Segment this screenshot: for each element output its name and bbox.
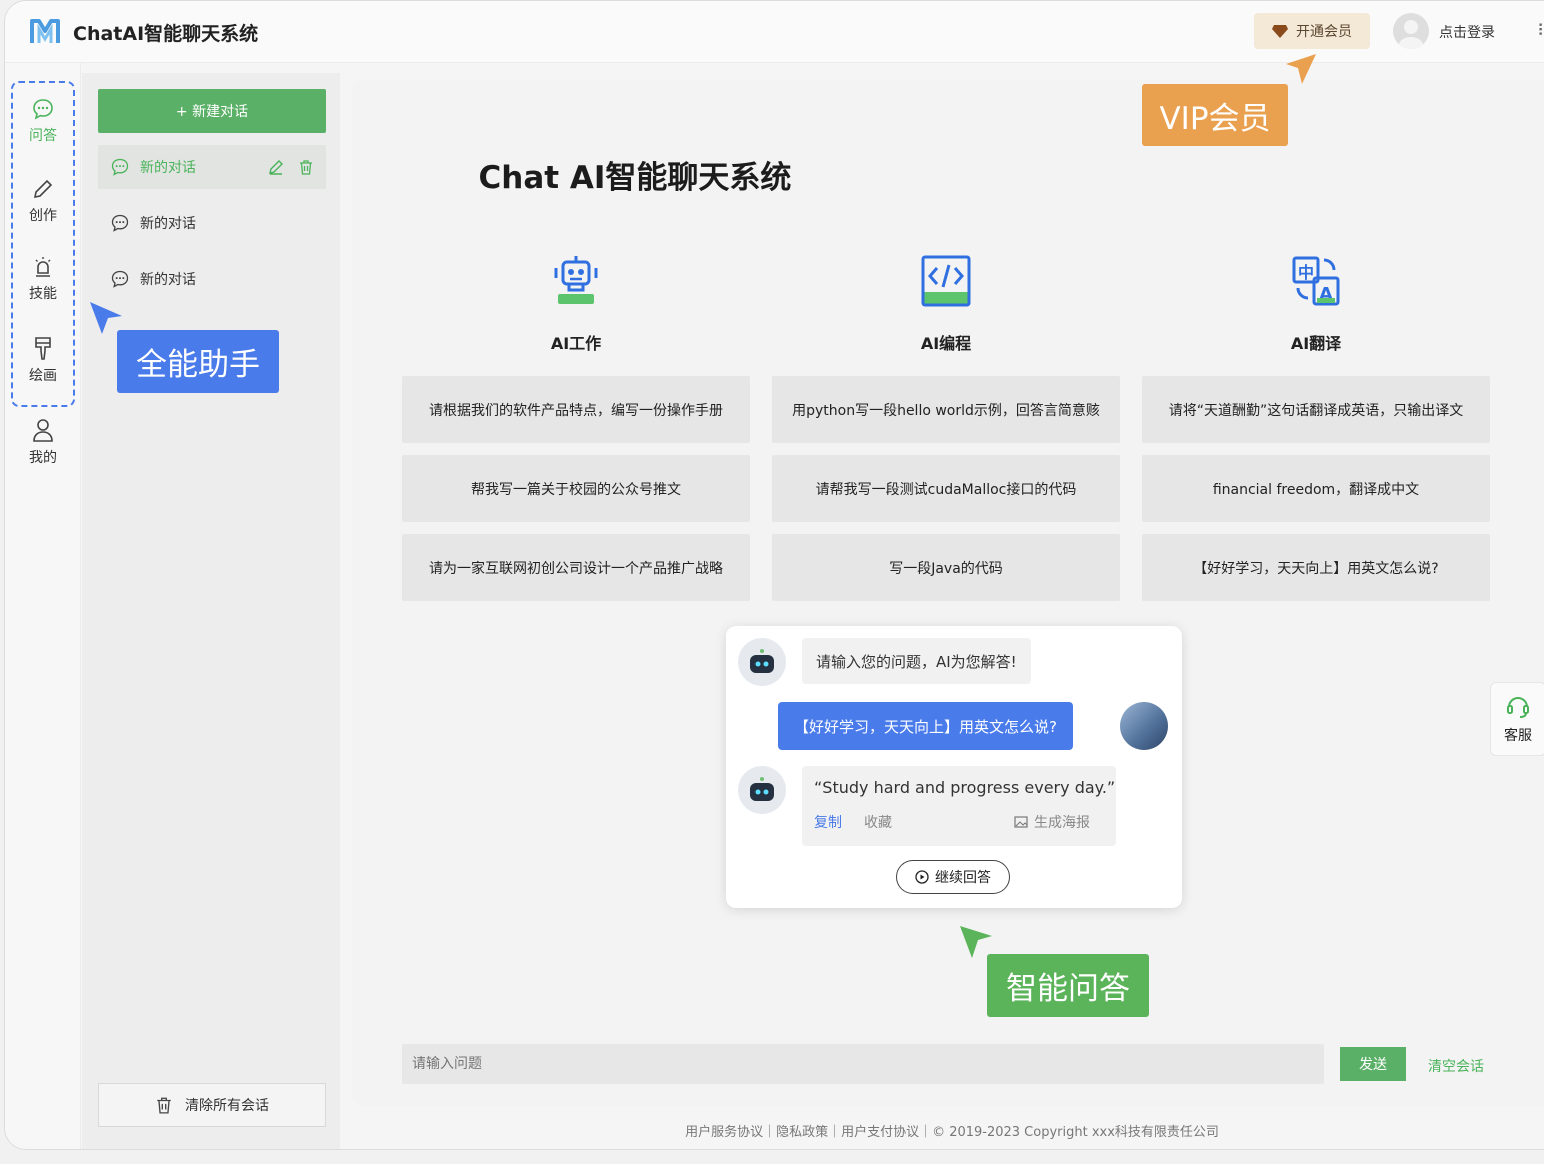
bot-avatar	[738, 766, 786, 814]
image-icon	[1014, 816, 1028, 828]
category-ai-translate: 中 A AI翻译	[1216, 254, 1416, 354]
conversation-title: 新的对话	[140, 272, 196, 288]
prompt-card[interactable]: 写一段Java的代码	[772, 534, 1120, 601]
page-title: Chat AI智能聊天系统	[478, 160, 792, 196]
nav-item-paint[interactable]: 绘画	[5, 335, 81, 385]
question-input[interactable]	[402, 1044, 1324, 1084]
prompt-card[interactable]: 帮我写一篇关于校园的公众号推文	[402, 455, 750, 522]
continue-answer-button[interactable]: 继续回答	[896, 860, 1010, 894]
bot-face-icon	[750, 777, 774, 801]
category-label: AI翻译	[1290, 334, 1342, 353]
login-link[interactable]: 点击登录	[1439, 22, 1495, 42]
send-button[interactable]: 发送	[1340, 1047, 1406, 1081]
nav-label: 技能	[29, 286, 57, 302]
nav-label: 创作	[29, 208, 57, 224]
callout-arrow-icon	[1286, 54, 1316, 84]
nav-label: 绘画	[29, 368, 57, 384]
category-label: AI编程	[920, 334, 972, 353]
diamond-icon	[1272, 25, 1288, 38]
chat-demo-card: 请输入您的问题，AI为您解答! 【好好学习，天天向上】用英文怎么说? “Stud…	[726, 626, 1182, 908]
callout-arrow-icon	[90, 302, 122, 334]
category-ai-work: AI工作	[476, 254, 676, 354]
customer-service-button[interactable]: 客服	[1490, 682, 1544, 756]
clear-all-label: 清除所有会话	[185, 1098, 269, 1114]
lamp-icon	[35, 257, 51, 277]
prompt-card[interactable]: 请将“天道酬勤”这句话翻译成英语，只输出译文	[1142, 376, 1490, 443]
app-title: ChatAI智能聊天系统	[73, 23, 259, 45]
nav-label: 我的	[29, 450, 57, 466]
avatar-placeholder[interactable]	[1393, 13, 1429, 49]
nav-item-mine[interactable]: 我的	[5, 417, 81, 467]
vip-button[interactable]: 开通会员	[1254, 13, 1370, 49]
prompt-card[interactable]: 请帮我写一段测试cudaMalloc接口的代码	[772, 455, 1120, 522]
bot-face-icon	[750, 649, 774, 673]
more-dots-icon[interactable]: ⠿	[1537, 21, 1544, 40]
prompt-card[interactable]: 请根据我们的软件产品特点，编写一份操作手册	[402, 376, 750, 443]
callout-smart-qa: 智能问答	[987, 954, 1149, 1017]
prompt-card[interactable]: financial freedom，翻译成中文	[1142, 455, 1490, 522]
code-icon	[921, 255, 971, 307]
ai-answer-bubble: “Study hard and progress every day.” 复制 …	[802, 766, 1116, 846]
new-chat-button[interactable]: + 新建对话	[98, 89, 326, 133]
chat-bubble-icon	[111, 214, 129, 232]
vip-button-label: 开通会员	[1296, 24, 1352, 40]
robot-icon	[554, 256, 598, 304]
service-label: 客服	[1504, 728, 1532, 744]
category-label: AI工作	[550, 334, 602, 353]
ai-answer-text: “Study hard and progress every day.”	[814, 778, 1116, 797]
conversation-item[interactable]: 新的对话	[98, 257, 326, 301]
nav-item-skills[interactable]: 技能	[5, 255, 81, 303]
poster-label: 生成海报	[1034, 815, 1090, 831]
prompt-card[interactable]: 请为一家互联网初创公司设计一个产品推广战略	[402, 534, 750, 601]
user-icon	[33, 419, 53, 442]
conversation-title: 新的对话	[140, 216, 196, 232]
conversation-sidebar: + 新建对话 新的对话 新的对话 新的对话 清除所有会话	[82, 73, 340, 1149]
brush-icon	[35, 337, 51, 360]
prompt-card[interactable]: 【好好学习，天天向上】用英文怎么说?	[1142, 534, 1490, 601]
translate-icon: 中 A	[1292, 256, 1340, 306]
chat-bubble-icon	[111, 270, 129, 288]
callout-all-in-one: 全能助手	[117, 330, 279, 393]
generate-poster-button[interactable]: 生成海报	[1014, 812, 1090, 832]
svg-text:中: 中	[1298, 263, 1314, 282]
favorite-button[interactable]: 收藏	[864, 812, 892, 832]
trash-icon	[157, 1097, 171, 1114]
bot-avatar	[738, 638, 786, 686]
category-ai-coding: AI编程	[846, 254, 1046, 354]
ai-greeting-bubble: 请输入您的问题，AI为您解答!	[802, 638, 1031, 684]
callout-vip: VIP会员	[1142, 84, 1288, 146]
headset-icon	[1507, 697, 1529, 718]
continue-label: 继续回答	[935, 870, 991, 886]
chat-bubble-icon	[33, 99, 53, 120]
m-logo-icon[interactable]	[29, 15, 61, 47]
conversation-item[interactable]: 新的对话	[98, 201, 326, 245]
clear-all-conversations-button[interactable]: 清除所有会话	[98, 1083, 326, 1127]
left-nav: 问答 创作 技能 绘画 我的	[5, 63, 81, 1149]
user-message-bubble: 【好好学习，天天向上】用英文怎么说?	[778, 702, 1073, 750]
user-avatar	[1120, 702, 1168, 750]
footer-links[interactable]: 用户服务协议｜隐私政策｜用户支付协议｜© 2019-2023 Copyright…	[352, 1121, 1544, 1140]
default-avatar-icon	[1399, 20, 1423, 49]
prompt-card[interactable]: 用python写一段hello world示例，回答言简意赅	[772, 376, 1120, 443]
play-circle-icon	[915, 870, 929, 884]
copy-button[interactable]: 复制	[814, 812, 842, 832]
clear-conversation-button[interactable]: 清空会话	[1428, 1056, 1484, 1076]
callout-arrow-icon	[960, 926, 992, 958]
nav-label: 问答	[29, 128, 57, 144]
nav-item-qa[interactable]: 问答	[5, 97, 81, 145]
